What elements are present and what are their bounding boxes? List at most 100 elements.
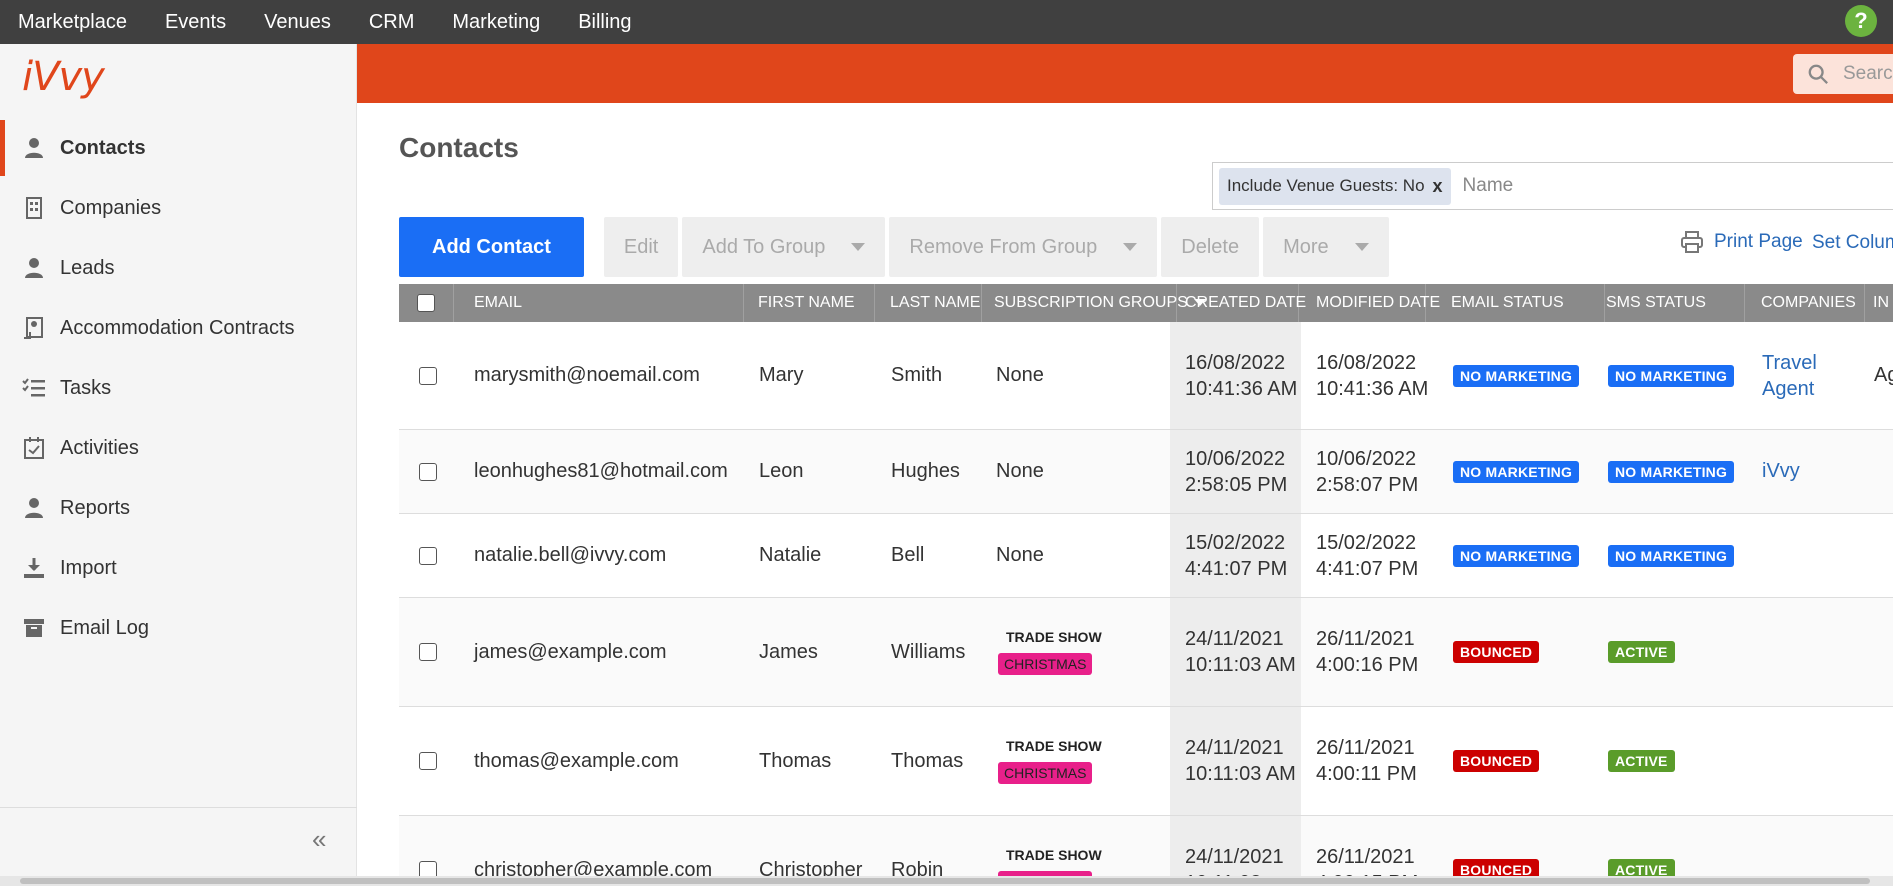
table-row[interactable]: marysmith@noemail.com Mary Smith None 16… [399,322,1893,430]
filter-box[interactable]: Include Venue Guests: No x Name [1212,162,1893,210]
sms-status-cell: NO MARKETING [1608,322,1735,429]
help-icon[interactable]: ? [1845,5,1877,37]
table-row[interactable]: natalie.bell@ivvy.com Natalie Bell None … [399,514,1893,598]
sidebar-item-email-log[interactable]: Email Log [0,598,357,658]
nav-billing[interactable]: Billing [559,0,650,44]
column-header-email[interactable]: EMAIL [468,284,744,322]
sidebar-item-tasks[interactable]: Tasks [0,358,357,418]
subscription-groups-cell: TRADE SHOW CHRISTMAS [996,707,1102,815]
table-row[interactable]: leonhughes81@hotmail.com Leon Hughes Non… [399,430,1893,514]
created-date-cell: 10/06/2022 2:58:05 PM [1170,430,1301,513]
column-header-last-name[interactable]: LAST NAME [884,284,982,322]
row-checkbox[interactable] [419,643,437,661]
chevron-down-icon [1123,243,1138,251]
sidebar-divider [0,807,357,808]
sidebar-item-accommodation-contracts[interactable]: Accommodation Contracts [0,298,357,358]
sidebar-item-activities[interactable]: Activities [0,418,357,478]
sidebar-item-label: Leads [60,256,115,279]
row-checkbox[interactable] [419,462,437,481]
nav-venues[interactable]: Venues [245,0,350,44]
group-tag-christmas: CHRISTMAS [998,762,1093,784]
nav-marketplace[interactable]: Marketplace [0,0,146,44]
calendar-check-icon [24,437,44,459]
sidebar-item-reports[interactable]: Reports [0,478,357,538]
sidebar: iVvy Contacts Companies Leads Accommodat… [0,44,357,886]
row-checkbox-cell [419,598,437,706]
chevron-down-icon [851,243,866,251]
download-icon [24,558,44,578]
last-name-cell: Smith [891,364,943,386]
row-checkbox[interactable] [419,752,437,770]
chevron-down-icon [1354,243,1369,251]
email-cell[interactable]: natalie.bell@ivvy.com [474,514,666,597]
sms-status-cell: ACTIVE [1608,707,1675,815]
table-row[interactable]: thomas@example.com Thomas Thomas TRADE S… [399,707,1893,816]
sms-status-cell: NO MARKETING [1608,514,1735,597]
row-checkbox-cell [419,514,437,597]
contacts-table: EMAIL FIRST NAME LAST NAME SUBSCRIPTION … [399,284,1893,886]
email-cell[interactable]: leonhughes81@hotmail.com [474,430,728,513]
email-cell[interactable]: marysmith@noemail.com [474,322,700,429]
remove-from-group-button[interactable]: Remove From Group [889,217,1158,277]
sidebar-item-label: Email Log [60,616,149,639]
table-row[interactable]: james@example.com James Williams TRADE S… [399,598,1893,707]
first-name-cell: Leon [759,460,804,482]
email-cell[interactable]: thomas@example.com [474,707,679,815]
building-icon [26,197,42,219]
sidebar-item-contacts[interactable]: Contacts [0,118,357,178]
sidebar-item-label: Activities [60,436,139,459]
more-button[interactable]: More [1263,217,1389,277]
sms-status-badge: NO MARKETING [1608,364,1735,387]
last-name-cell: Williams [891,640,966,663]
toolbar: Add Contact Edit Add To Group Remove Fro… [399,217,1389,277]
last-name-cell: Bell [891,544,925,566]
column-header-subscription-groups[interactable]: SUBSCRIPTION GROUPS [988,284,1206,322]
delete-button[interactable]: Delete [1161,217,1260,277]
group-tag-christmas: CHRISTMAS [998,653,1093,675]
column-header-modified-date[interactable]: MODIFIED DATE [1310,284,1440,322]
more-label: More [1283,235,1329,258]
column-header-created-date[interactable]: CREATED DATE [1179,284,1306,322]
column-header-companies[interactable]: COMPANIES [1755,284,1865,322]
sidebar-item-companies[interactable]: Companies [0,178,357,238]
collapse-sidebar-icon[interactable]: « [312,824,326,855]
add-to-group-button[interactable]: Add To Group [682,217,886,277]
subscription-groups-cell: TRADE SHOW CHRISTMAS [996,598,1102,706]
name-filter-input[interactable]: Name [1463,175,1514,197]
column-header-sms-status[interactable]: SMS STATUS [1600,284,1745,322]
print-page-link[interactable]: Print Page [1680,230,1803,254]
sidebar-item-leads[interactable]: Leads [0,238,357,298]
ivvy-logo[interactable]: iVvy [22,54,105,100]
select-all-checkbox[interactable] [417,294,435,312]
column-header-email-status[interactable]: EMAIL STATUS [1445,284,1605,322]
sidebar-item-label: Tasks [60,376,112,399]
sidebar-item-label: Accommodation Contracts [60,316,295,339]
remove-filter-button[interactable]: x [1433,176,1443,197]
search-input[interactable]: Search [1793,54,1893,94]
nav-crm[interactable]: CRM [350,0,434,44]
modified-date-cell: 26/11/2021 4:00:16 PM [1316,628,1419,676]
set-columns-link[interactable]: Set Colum [1812,232,1893,254]
horizontal-scrollbar[interactable] [0,876,1893,886]
scrollbar-thumb[interactable] [20,878,1870,884]
nav-events[interactable]: Events [146,0,245,44]
add-contact-button[interactable]: Add Contact [399,217,584,277]
email-cell[interactable]: james@example.com [474,598,667,706]
company-link[interactable]: iVvy [1762,430,1800,513]
sidebar-item-label: Companies [60,196,162,219]
subscription-groups-cell: None [996,460,1044,482]
checklist-icon [22,378,45,397]
company-link[interactable]: Travel Agent [1762,322,1842,429]
sms-status-cell: NO MARKETING [1608,430,1735,513]
edit-button[interactable]: Edit [603,217,679,277]
sidebar-item-import[interactable]: Import [0,538,357,598]
row-checkbox[interactable] [419,546,437,565]
email-status-cell: BOUNCED [1453,707,1540,815]
row-checkbox[interactable] [419,366,437,385]
nav-marketing[interactable]: Marketing [433,0,559,44]
column-header-truncated[interactable]: IN [1867,284,1893,322]
sms-status-badge: ACTIVE [1608,750,1675,772]
person-icon [25,138,43,158]
contract-icon [24,317,43,339]
column-header-first-name[interactable]: FIRST NAME [752,284,875,322]
